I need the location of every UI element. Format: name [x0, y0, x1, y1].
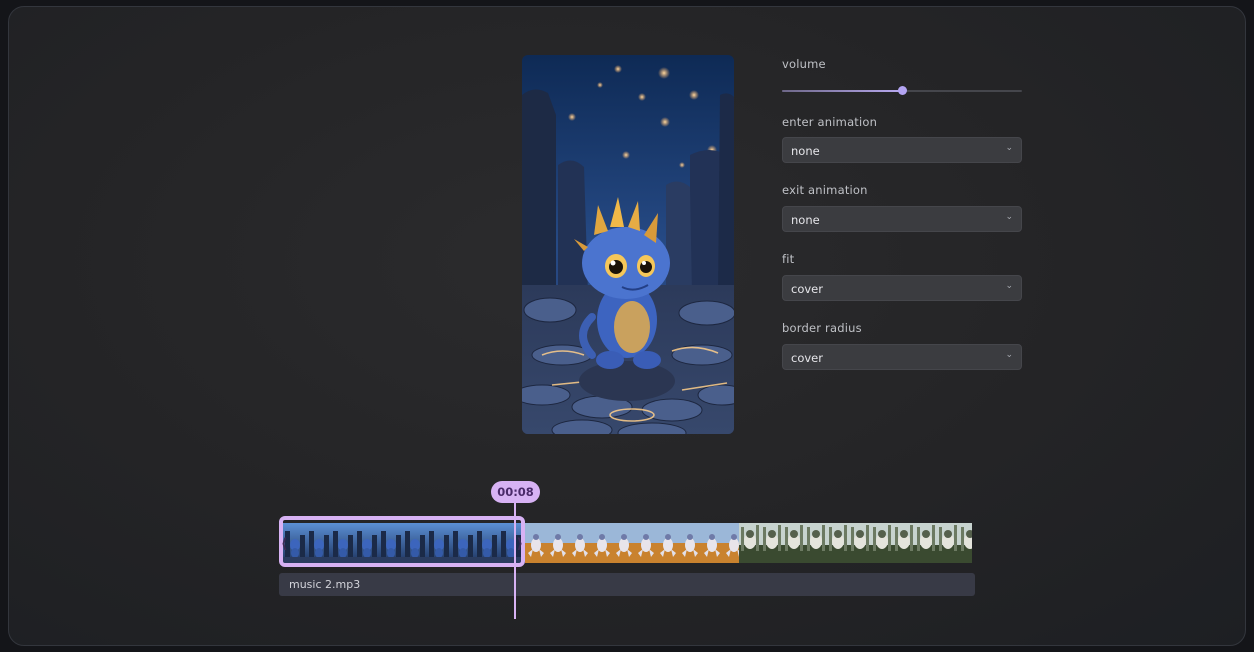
- enter-animation-select[interactable]: none ⌄: [782, 137, 1022, 163]
- playhead-time-badge[interactable]: 00:08: [491, 481, 540, 503]
- chevron-down-icon: ⌄: [1005, 350, 1013, 360]
- exit-animation-select[interactable]: none ⌄: [782, 206, 1022, 232]
- volume-label: volume: [782, 57, 826, 71]
- enter-animation-label: enter animation: [782, 115, 878, 129]
- fit-select[interactable]: cover ⌄: [782, 275, 1022, 301]
- exit-animation-value: none: [791, 213, 820, 227]
- forest-clip-thumbnails: [739, 523, 972, 563]
- border-radius-select[interactable]: cover ⌄: [782, 344, 1022, 370]
- enter-animation-value: none: [791, 144, 820, 158]
- desert-clip-thumbnails: [525, 523, 739, 563]
- border-radius-label: border radius: [782, 321, 862, 335]
- trim-handle-right[interactable]: ⟩: [517, 536, 523, 552]
- volume-slider-thumb[interactable]: [898, 86, 907, 95]
- trim-handle-left[interactable]: ⟨: [281, 536, 287, 552]
- chevron-down-icon: ⌄: [1005, 212, 1013, 222]
- exit-animation-label: exit animation: [782, 183, 868, 197]
- audio-track-label: music 2.mp3: [289, 578, 361, 591]
- forest-clip[interactable]: [739, 523, 972, 563]
- fit-label: fit: [782, 252, 795, 266]
- desert-clip[interactable]: [525, 523, 739, 563]
- editor-window: volume enter animation none ⌄ exit anima…: [8, 6, 1246, 646]
- audio-track[interactable]: music 2.mp3: [279, 573, 975, 596]
- dragon-scene-image: [522, 55, 734, 434]
- volume-slider-fill: [782, 90, 902, 92]
- video-preview[interactable]: [522, 55, 734, 434]
- chevron-down-icon: ⌄: [1005, 143, 1013, 153]
- playhead-line[interactable]: [514, 502, 516, 619]
- selected-clip-frame[interactable]: ⟨ ⟩: [279, 516, 525, 567]
- fit-value: cover: [791, 282, 823, 296]
- border-radius-value: cover: [791, 351, 823, 365]
- chevron-down-icon: ⌄: [1005, 281, 1013, 291]
